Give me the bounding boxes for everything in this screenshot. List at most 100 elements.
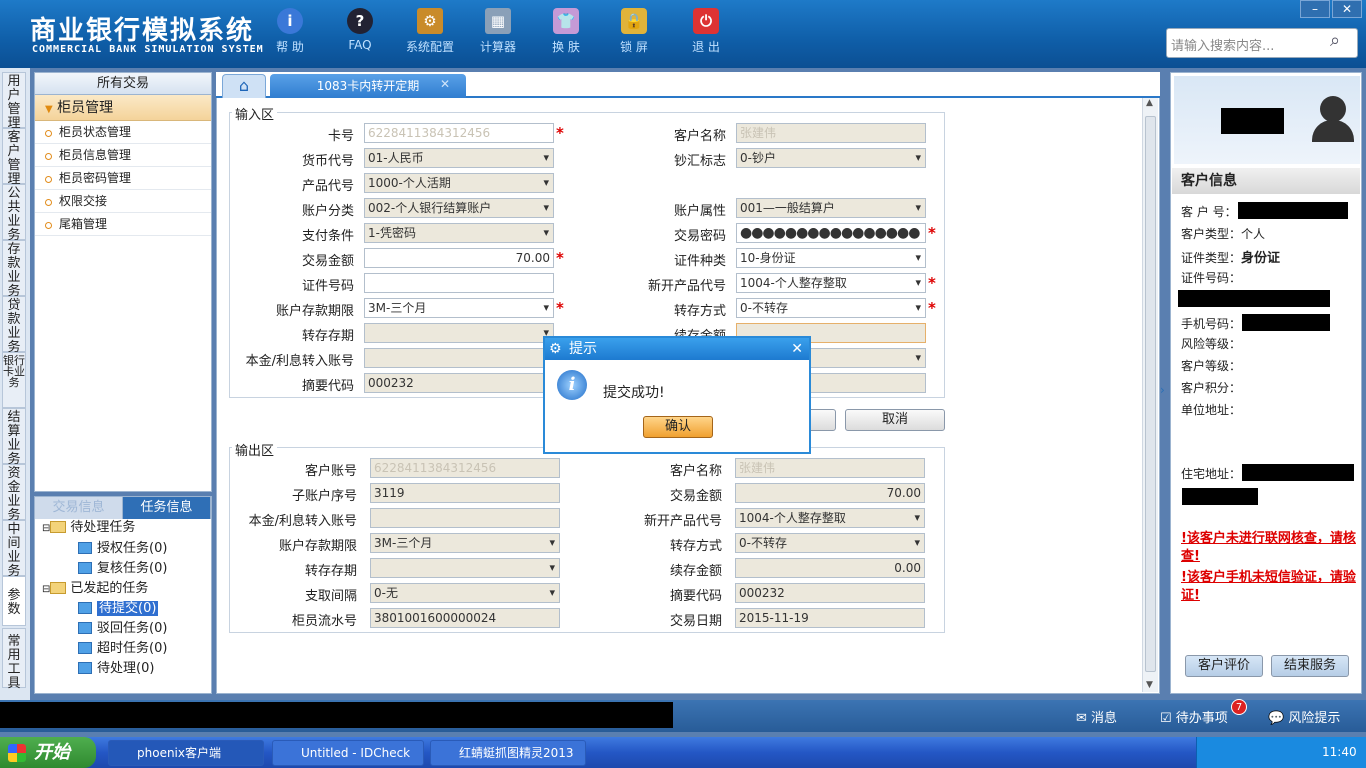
vnav-settlement[interactable]: 结算业务 (2, 408, 26, 467)
menu-item[interactable]: 柜员密码管理 (35, 167, 211, 190)
task-icon (78, 642, 92, 654)
acct-attr-select[interactable]: 001—一般结算户 (736, 198, 926, 218)
tab-1083[interactable]: 1083卡内转开定期 (270, 74, 466, 98)
currency-select[interactable]: 01-人民币 (364, 148, 554, 168)
vnav-params[interactable]: 参数 (2, 576, 26, 626)
messages-button[interactable]: ✉ 消息 (1076, 707, 1117, 726)
home-tab[interactable]: ⌂ (222, 74, 266, 98)
vertical-scrollbar[interactable]: ▲ ▼ (1142, 98, 1158, 692)
avatar-body (1312, 120, 1354, 142)
menu-group-teller[interactable]: ▼ 柜员管理 (35, 95, 211, 121)
tab-transaction-info[interactable]: 交易信息 (35, 497, 123, 519)
vnav-loan[interactable]: 贷款业务 (2, 296, 26, 355)
dialog-message: 提交成功! (603, 385, 665, 401)
end-service-button[interactable]: 结束服务 (1271, 655, 1349, 677)
clock: 11:40 (1322, 745, 1357, 759)
unit-address-label: 单位地址： (1181, 403, 1242, 417)
window-minimize-button[interactable]: – (1300, 0, 1330, 18)
todo-button[interactable]: ☑ 待办事项 (1160, 707, 1228, 726)
task-icon (78, 622, 92, 634)
calculator-button[interactable]: ▦ 计算器 (468, 8, 528, 55)
vnav-user-mgmt[interactable]: 用户管理 (2, 72, 26, 131)
summary-input[interactable]: 000232 (364, 373, 554, 393)
dialog-close-icon[interactable]: ✕ (791, 338, 803, 360)
tree-leaf-selected[interactable]: 待提交(0) (78, 599, 159, 619)
lock-button[interactable]: 🔒 锁 屏 (604, 8, 664, 55)
warning-link-verify[interactable]: !该客户未进行联网核查，请核查! (1181, 530, 1359, 566)
pay-cond-select[interactable]: 1-凭密码 (364, 223, 554, 243)
cash-select[interactable]: 0-钞户 (736, 148, 926, 168)
id-type-select[interactable]: 10-身份证 (736, 248, 926, 268)
task-icon (78, 662, 92, 674)
out-sub-label: 子账户序号 (291, 489, 357, 504)
out-new-prod-field: 1004-个人整存整取 (735, 508, 925, 528)
menu-item[interactable]: 柜员状态管理 (35, 121, 211, 144)
tab-task-info[interactable]: 任务信息 (123, 497, 211, 519)
menu-item[interactable]: 柜员信息管理 (35, 144, 211, 167)
new-prod-select[interactable]: 1004-个人整存整取 (736, 273, 926, 293)
vnav-bank-card[interactable]: 银行卡业务 (2, 352, 26, 408)
term-select[interactable]: 3M-三个月 (364, 298, 554, 318)
confirm-button[interactable]: 确认 (643, 416, 713, 438)
vnav-customer-mgmt[interactable]: 客户管理 (2, 128, 26, 187)
menu-item[interactable]: 尾箱管理 (35, 213, 211, 236)
exit-button[interactable]: ⏻ 退 出 (676, 8, 736, 55)
tree-leaf[interactable]: 驳回任务(0) (78, 619, 167, 639)
vnav-deposit[interactable]: 存款业务 (2, 240, 26, 299)
vnav-intermediary[interactable]: 中间业务 (2, 520, 26, 579)
redacted-block (1242, 314, 1330, 331)
skin-button[interactable]: 👕 换 肤 (536, 8, 596, 55)
calculator-icon: ▦ (485, 8, 511, 34)
out-teller-field: 3801001600000024 (370, 608, 560, 628)
cancel-button[interactable]: 取消 (845, 409, 945, 431)
out-name-label: 客户名称 (669, 464, 722, 479)
vnav-public-business[interactable]: 公共业务 (2, 184, 26, 243)
tree-leaf[interactable]: 待处理(0) (78, 659, 154, 679)
cust-type-row: 客户类型：个人 (1181, 227, 1266, 241)
checkbox-icon: ☑ (1160, 711, 1172, 726)
tab-close-icon[interactable]: ✕ (440, 77, 450, 91)
vnav-funds[interactable]: 资金业务 (2, 464, 26, 523)
id-no-input[interactable] (364, 273, 554, 293)
taskbar-item-phoenix[interactable]: phoenix客户端 (108, 740, 264, 766)
risk-alert-button[interactable]: 💬 风险提示 (1268, 707, 1340, 726)
settings-button[interactable]: ⚙ 系统配置 (400, 8, 460, 55)
transfer-select[interactable]: 0-不转存 (736, 298, 926, 318)
out-renew-label: 续存金额 (669, 564, 722, 579)
pay-cond-label: 支付条件 (301, 229, 354, 244)
tree-leaf[interactable]: 复核任务(0) (78, 559, 167, 579)
app-icon: ⚙ (549, 341, 562, 357)
help-button[interactable]: i帮 助 (260, 8, 320, 55)
taskbar-item-capture[interactable]: 红蜻蜓抓图精灵2013 (430, 740, 586, 766)
interest-acct-input[interactable] (364, 348, 554, 368)
out-new-prod-label: 新开产品代号 (643, 514, 722, 529)
home-icon: ⌂ (238, 76, 250, 95)
faq-button[interactable]: ? FAQ (330, 8, 390, 52)
password-input[interactable]: ●●●●●●●●●●●●●●●● (736, 223, 926, 243)
panel-collapse-arrow-icon[interactable]: › (1160, 360, 1168, 420)
cust-name-input[interactable]: 张建伟 (736, 123, 926, 143)
acct-class-select[interactable]: 002-个人银行结算账户 (364, 198, 554, 218)
tree-leaf[interactable]: 授权任务(0) (78, 539, 167, 559)
redacted-block (1178, 290, 1330, 307)
product-select[interactable]: 1000-个人活期 (364, 173, 554, 193)
search-icon[interactable]: ⌕ (1330, 30, 1340, 51)
tree-node-pending[interactable]: ⊟ 待处理任务 (42, 518, 135, 538)
vnav-tools[interactable]: 常用工具 (2, 628, 26, 691)
avatar (1320, 96, 1346, 122)
power-icon: ⏻ (693, 8, 719, 34)
window-close-button[interactable]: ✕ (1332, 0, 1362, 18)
menu-item[interactable]: 权限交接 (35, 190, 211, 213)
output-section-title: 输出区 (232, 440, 278, 459)
customer-eval-button[interactable]: 客户评价 (1185, 655, 1263, 677)
transfer-term-select[interactable] (364, 323, 554, 343)
tree-leaf[interactable]: 超时任务(0) (78, 639, 167, 659)
card-no-input[interactable]: 6228411384312456 (364, 123, 554, 143)
tree-node-initiated[interactable]: ⊟ 已发起的任务 (42, 579, 148, 599)
taskbar-item-idcheck[interactable]: Untitled - IDCheck (272, 740, 424, 766)
required-mark: * (556, 299, 564, 317)
cash-label: 钞汇标志 (673, 154, 726, 169)
transaction-menu: 所有交易 ▼ 柜员管理 柜员状态管理 柜员信息管理 柜员密码管理 权限交接 尾箱… (34, 72, 212, 492)
warning-link-sms[interactable]: !该客户手机未短信验证，请验证! (1181, 569, 1359, 605)
amount-input[interactable]: 70.00 (364, 248, 554, 268)
